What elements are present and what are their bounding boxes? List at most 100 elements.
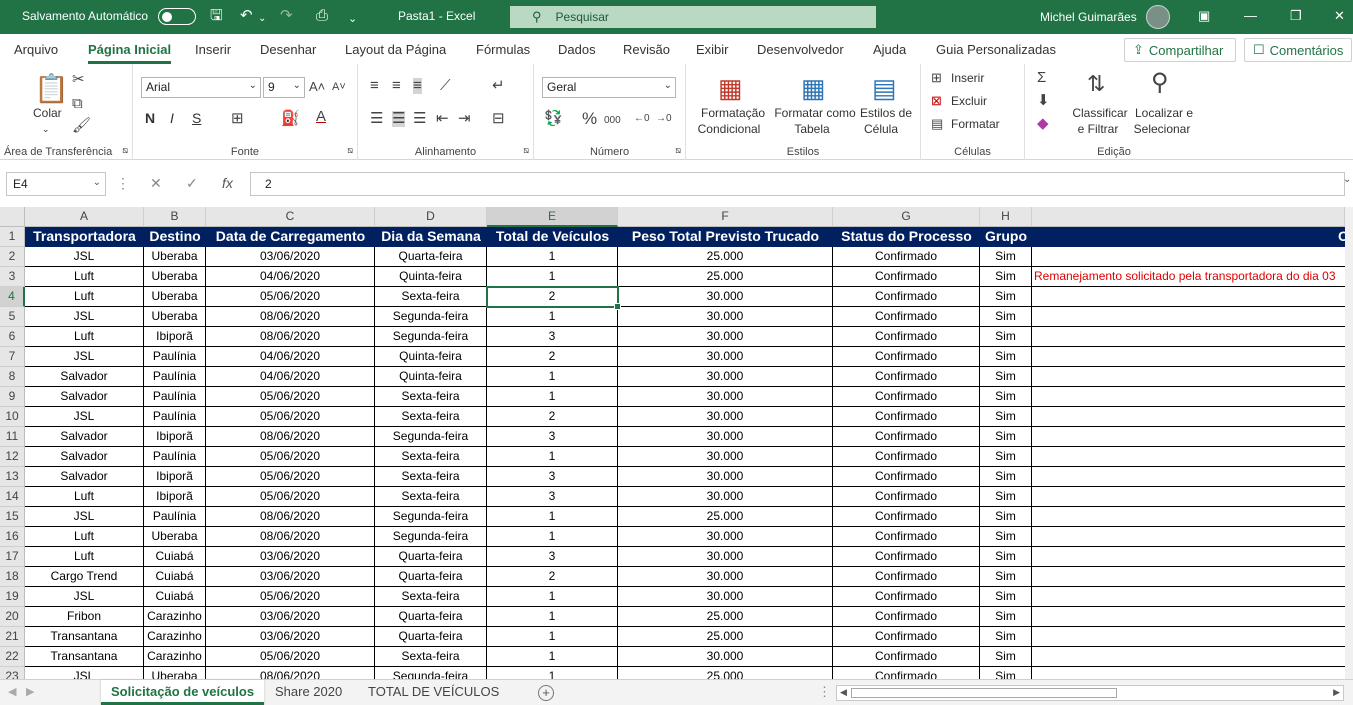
sheet-tab-total-veiculos[interactable]: TOTAL DE VEÍCULOS <box>358 680 509 705</box>
row-header[interactable]: 9 <box>0 387 25 407</box>
table-cell[interactable]: 30.000 <box>618 347 833 367</box>
expand-formula-icon[interactable]: ⌄ <box>1343 174 1351 185</box>
table-cell[interactable]: 30.000 <box>618 427 833 447</box>
table-cell[interactable] <box>1032 627 1345 647</box>
table-cell[interactable]: Confirmado <box>833 407 980 427</box>
table-cell[interactable]: 1 <box>487 247 618 267</box>
table-cell[interactable]: 08/06/2020 <box>206 327 375 347</box>
cancel-icon[interactable]: ✕ <box>150 175 162 192</box>
table-cell[interactable]: Segunda-feira <box>375 427 487 447</box>
header-cell[interactable]: Dia da Semana <box>375 227 487 247</box>
redo-icon[interactable]: ↷ <box>280 7 293 25</box>
table-cell[interactable]: Paulínia <box>144 387 206 407</box>
table-cell[interactable]: JSL <box>25 667 144 679</box>
cut-icon[interactable]: ✂ <box>72 72 85 88</box>
autosave-toggle[interactable] <box>158 8 196 25</box>
close-icon[interactable]: ✕ <box>1334 8 1345 24</box>
column-header[interactable]: G <box>833 207 980 227</box>
tab-ajuda[interactable]: Ajuda <box>873 42 906 57</box>
percent-icon[interactable]: % <box>582 110 597 127</box>
table-cell[interactable]: Ibiporã <box>144 427 206 447</box>
decrease-indent-icon[interactable]: ⇤ <box>436 111 449 127</box>
table-cell[interactable]: Confirmado <box>833 507 980 527</box>
table-cell[interactable]: Sexta-feira <box>375 447 487 467</box>
table-cell[interactable]: Sim <box>980 247 1032 267</box>
table-cell[interactable]: Sim <box>980 267 1032 287</box>
row-header[interactable]: 7 <box>0 347 25 367</box>
borders-icon[interactable]: ⊞ <box>231 111 244 127</box>
table-cell[interactable] <box>1032 247 1345 267</box>
table-cell[interactable]: Sim <box>980 607 1032 627</box>
table-cell[interactable] <box>1032 647 1345 667</box>
table-cell[interactable]: Confirmado <box>833 587 980 607</box>
table-cell[interactable] <box>1032 427 1345 447</box>
tab-exibir[interactable]: Exibir <box>696 42 729 57</box>
table-cell[interactable]: 30.000 <box>618 487 833 507</box>
tab-desenvolvedor[interactable]: Desenvolvedor <box>757 42 844 57</box>
table-cell[interactable]: 08/06/2020 <box>206 527 375 547</box>
table-cell[interactable]: Carazinho <box>144 607 206 627</box>
table-cell[interactable]: Sexta-feira <box>375 467 487 487</box>
table-cell[interactable]: Confirmado <box>833 567 980 587</box>
table-cell[interactable]: Confirmado <box>833 647 980 667</box>
wrap-text-icon[interactable]: ↵ <box>492 78 505 94</box>
scroll-left-icon[interactable]: ◀ <box>840 687 847 698</box>
conditional-formatting-label2[interactable]: Condicional <box>694 122 764 137</box>
table-cell[interactable]: Confirmado <box>833 607 980 627</box>
table-cell[interactable]: Ibiporã <box>144 327 206 347</box>
table-cell[interactable]: 3 <box>487 427 618 447</box>
table-cell[interactable]: JSL <box>25 307 144 327</box>
table-cell[interactable]: JSL <box>25 407 144 427</box>
table-cell[interactable]: Cuiabá <box>144 567 206 587</box>
table-cell[interactable]: Quinta-feira <box>375 347 487 367</box>
table-cell[interactable]: JSL <box>25 587 144 607</box>
table-cell[interactable]: 05/06/2020 <box>206 467 375 487</box>
table-cell[interactable]: Cuiabá <box>144 547 206 567</box>
table-cell[interactable] <box>1032 607 1345 627</box>
delete-cells-label[interactable]: Excluir <box>951 94 987 109</box>
enter-icon[interactable]: ✓ <box>186 175 198 192</box>
table-cell[interactable]: 1 <box>487 647 618 667</box>
header-cell[interactable]: Total de Veículos <box>487 227 618 247</box>
tab-layout[interactable]: Layout da Página <box>345 42 446 57</box>
sort-filter-label1[interactable]: Classificar <box>1071 106 1129 121</box>
tab-formulas[interactable]: Fórmulas <box>476 42 530 57</box>
column-header[interactable]: C <box>206 207 375 227</box>
table-cell[interactable]: 05/06/2020 <box>206 287 375 307</box>
table-cell[interactable] <box>1032 327 1345 347</box>
row-header[interactable]: 17 <box>0 547 25 567</box>
table-cell[interactable]: Sim <box>980 447 1032 467</box>
column-header[interactable]: B <box>144 207 206 227</box>
row-header[interactable]: 8 <box>0 367 25 387</box>
table-cell[interactable]: 05/06/2020 <box>206 407 375 427</box>
table-cell[interactable]: Confirmado <box>833 487 980 507</box>
table-cell[interactable]: Sim <box>980 487 1032 507</box>
align-middle-icon[interactable]: ≡ <box>392 78 401 94</box>
table-cell[interactable]: 25.000 <box>618 667 833 679</box>
table-cell[interactable]: 03/06/2020 <box>206 567 375 587</box>
table-cell[interactable]: 25.000 <box>618 507 833 527</box>
column-header[interactable]: F <box>618 207 833 227</box>
user-name[interactable]: Michel Guimarães <box>1040 10 1137 24</box>
format-as-table-icon[interactable]: ▦ <box>801 74 826 102</box>
clipboard-launcher-icon[interactable]: ⧅ <box>122 143 128 158</box>
share-button[interactable]: ⇪ Compartilhar <box>1124 38 1236 62</box>
orientation-icon[interactable]: ⟋ <box>440 78 451 94</box>
increase-font-icon[interactable]: A˄ <box>309 79 325 95</box>
scroll-right-icon[interactable]: ▶ <box>1333 687 1340 698</box>
comments-button[interactable]: ☐ Comentários <box>1244 38 1352 62</box>
find-select-icon[interactable]: ⚲ <box>1151 70 1169 96</box>
table-cell[interactable]: 04/06/2020 <box>206 347 375 367</box>
table-cell[interactable]: 1 <box>487 447 618 467</box>
table-cell[interactable]: Sim <box>980 347 1032 367</box>
column-header[interactable]: D <box>375 207 487 227</box>
row-header[interactable]: 19 <box>0 587 25 607</box>
table-cell[interactable] <box>1032 447 1345 467</box>
next-sheet-icon[interactable]: ▶ <box>26 685 34 698</box>
paste-dropdown-icon[interactable]: ⌄ <box>42 122 50 137</box>
table-cell[interactable]: 30.000 <box>618 287 833 307</box>
table-cell[interactable]: 1 <box>487 507 618 527</box>
table-cell[interactable]: Fribon <box>25 607 144 627</box>
table-cell[interactable]: Sim <box>980 407 1032 427</box>
table-cell[interactable]: 04/06/2020 <box>206 367 375 387</box>
